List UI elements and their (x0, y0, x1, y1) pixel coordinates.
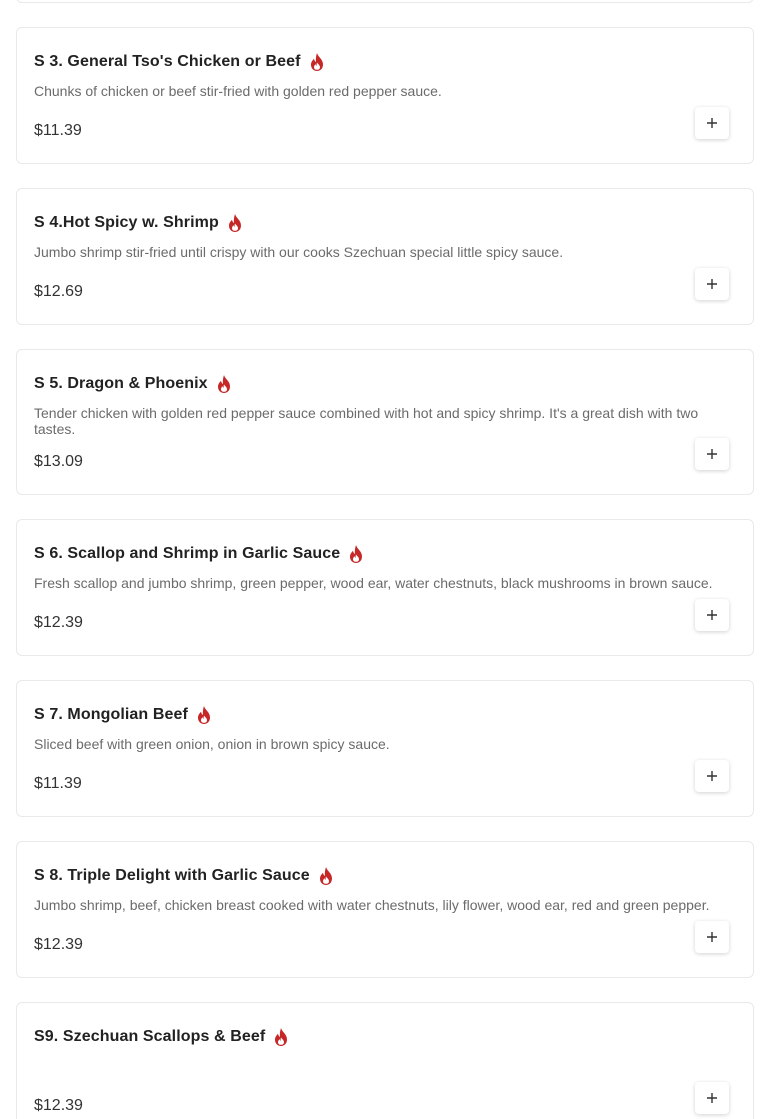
menu-item-description: Tender chicken with golden red pepper sa… (34, 405, 699, 437)
add-item-button[interactable] (695, 268, 729, 300)
menu-item-description: Jumbo shrimp stir-fried until crispy wit… (34, 244, 564, 260)
plus-icon (707, 771, 717, 781)
menu-item-title: S 3. General Tso's Chicken or Beef (34, 52, 326, 72)
menu-item-description: Sliced beef with green onion, onion in b… (34, 736, 390, 752)
menu-item-price: $12.39 (34, 936, 83, 953)
menu-item-title: S 7. Mongolian Beef (34, 705, 213, 725)
menu-item-name: S 6. Scallop and Shrimp in Garlic Sauce (34, 545, 341, 562)
menu-item-card[interactable]: S 8. Triple Delight with Garlic Sauce Ju… (16, 841, 754, 978)
menu-item-description: Chunks of chicken or beef stir-fried wit… (34, 83, 442, 99)
add-item-button[interactable] (695, 438, 729, 470)
spicy-flame-icon (319, 867, 332, 885)
menu-item-price: $11.39 (34, 122, 82, 139)
plus-icon (707, 449, 717, 459)
add-item-button[interactable] (695, 921, 729, 953)
menu-item-price: $12.39 (34, 1097, 83, 1114)
menu-item-name: S 8. Triple Delight with Garlic Sauce (34, 867, 310, 884)
menu-item-name: S 5. Dragon & Phoenix (34, 375, 208, 392)
menu-item-card[interactable]: S 7. Mongolian Beef Sliced beef with gre… (16, 680, 754, 817)
plus-icon (707, 118, 717, 128)
spicy-flame-icon (197, 706, 210, 724)
add-item-button[interactable] (695, 760, 729, 792)
menu-item-card[interactable]: S 6. Scallop and Shrimp in Garlic Sauce … (16, 519, 754, 656)
plus-icon (707, 279, 717, 289)
menu-item-price: $11.39 (34, 775, 82, 792)
menu-item-title: S 6. Scallop and Shrimp in Garlic Sauce (34, 544, 365, 564)
spicy-flame-icon (350, 545, 363, 563)
menu-item-price: $13.09 (34, 453, 83, 470)
menu-item-list: S 3. General Tso's Chicken or Beef Chunk… (0, 0, 770, 1119)
menu-item-price: $12.69 (34, 283, 83, 300)
menu-item-title: S 4.Hot Spicy w. Shrimp (34, 213, 244, 233)
menu-item-name: S9. Szechuan Scallops & Beef (34, 1028, 266, 1045)
spicy-flame-icon (275, 1028, 288, 1046)
menu-item-name: S 7. Mongolian Beef (34, 706, 188, 723)
menu-item-title: S9. Szechuan Scallops & Beef (34, 1027, 290, 1047)
menu-item-card[interactable]: S9. Szechuan Scallops & Beef $12.39 (16, 1002, 754, 1119)
plus-icon (707, 610, 717, 620)
spicy-flame-icon (310, 53, 323, 71)
spicy-flame-icon (228, 214, 241, 232)
menu-item-title: S 8. Triple Delight with Garlic Sauce (34, 866, 335, 886)
add-item-button[interactable] (695, 1082, 729, 1114)
menu-item-price: $12.39 (34, 614, 83, 631)
menu-item-description: Jumbo shrimp, beef, chicken breast cooke… (34, 897, 710, 913)
menu-item-card[interactable]: S 3. General Tso's Chicken or Beef Chunk… (16, 27, 754, 164)
menu-item-card-partial (16, 0, 754, 3)
add-item-button[interactable] (695, 107, 729, 139)
spicy-flame-icon (217, 375, 230, 393)
plus-icon (707, 1093, 717, 1103)
menu-item-description: Fresh scallop and jumbo shrimp, green pe… (34, 575, 713, 591)
add-item-button[interactable] (695, 599, 729, 631)
menu-item-name: S 4.Hot Spicy w. Shrimp (34, 214, 219, 231)
plus-icon (707, 932, 717, 942)
menu-item-title: S 5. Dragon & Phoenix (34, 374, 233, 394)
menu-item-card[interactable]: S 4.Hot Spicy w. Shrimp Jumbo shrimp sti… (16, 188, 754, 325)
menu-item-name: S 3. General Tso's Chicken or Beef (34, 53, 301, 70)
menu-item-card[interactable]: S 5. Dragon & Phoenix Tender chicken wit… (16, 349, 754, 495)
